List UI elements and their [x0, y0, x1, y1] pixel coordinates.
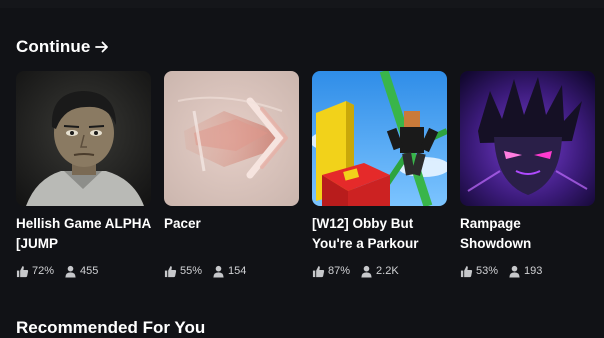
- player-count: 2.2K: [376, 265, 399, 277]
- game-card[interactable]: Pacer 55% 154: [164, 71, 299, 279]
- like-ratio: 87%: [328, 265, 351, 277]
- game-card[interactable]: [W12] Obby But You're a Parkour 87% 2.2K: [312, 71, 447, 279]
- game-card[interactable]: Rampage Showdown 53% 193: [460, 71, 595, 279]
- thumbs-up-icon: [312, 265, 325, 277]
- player-count-stat: 193: [508, 265, 542, 278]
- game-title[interactable]: Rampage Showdown: [460, 214, 595, 254]
- player-count: 455: [80, 265, 99, 277]
- recommended-section-header[interactable]: Recommended For You: [16, 318, 205, 338]
- like-ratio-stat: 53%: [460, 265, 498, 278]
- game-title[interactable]: Pacer: [164, 214, 299, 254]
- game-title[interactable]: Hellish Game ALPHA [JUMP: [16, 214, 151, 254]
- game-card[interactable]: Hellish Game ALPHA [JUMP 72% 455: [16, 71, 151, 279]
- person-icon: [361, 265, 372, 278]
- game-stats: 55% 154: [164, 263, 299, 279]
- person-icon: [213, 265, 224, 278]
- game-stats: 53% 193: [460, 263, 595, 279]
- game-title[interactable]: [W12] Obby But You're a Parkour: [312, 214, 447, 254]
- thumbs-up-icon: [16, 265, 29, 277]
- hellish-game-thumbnail[interactable]: [16, 71, 151, 206]
- like-ratio-stat: 87%: [312, 265, 350, 278]
- pacer-thumbnail[interactable]: [164, 71, 299, 206]
- like-ratio: 53%: [476, 265, 499, 277]
- game-carousel: Hellish Game ALPHA [JUMP 72% 455 Pacer 5…: [16, 71, 595, 279]
- game-stats: 72% 455: [16, 263, 151, 279]
- like-ratio-stat: 72%: [16, 265, 54, 278]
- thumbs-up-icon: [460, 265, 473, 277]
- player-count-stat: 2.2K: [360, 265, 399, 278]
- thumbs-up-icon: [164, 265, 177, 277]
- player-count: 154: [228, 265, 247, 277]
- like-ratio-stat: 55%: [164, 265, 202, 278]
- player-count: 193: [524, 265, 543, 277]
- person-icon: [509, 265, 520, 278]
- arrow-right-icon: [94, 39, 110, 55]
- person-icon: [65, 265, 76, 278]
- like-ratio: 72%: [32, 265, 55, 277]
- rampage-showdown-thumbnail[interactable]: [460, 71, 595, 206]
- top-edge: [0, 0, 604, 8]
- player-count-stat: 154: [212, 265, 246, 278]
- obby-parkour-thumbnail[interactable]: [312, 71, 447, 206]
- game-stats: 87% 2.2K: [312, 263, 447, 279]
- continue-section-header[interactable]: Continue: [16, 36, 110, 58]
- section-title: Continue: [16, 37, 91, 56]
- player-count-stat: 455: [64, 265, 98, 278]
- like-ratio: 55%: [180, 265, 203, 277]
